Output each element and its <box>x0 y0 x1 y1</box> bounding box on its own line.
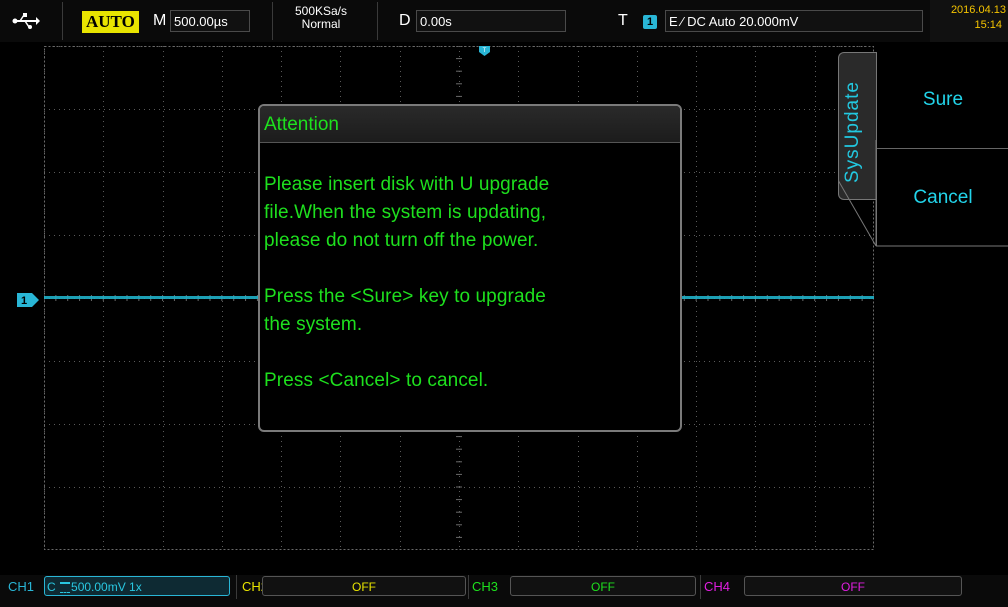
dialog-header: Attention <box>260 106 680 143</box>
dialog-line: Press the <Sure> key to upgrade <box>264 286 546 307</box>
ch2-setting-box[interactable]: OFF <box>262 576 466 596</box>
ch1-level-label: 1 <box>21 295 27 307</box>
channel-bar: CH1 C 500.00mV 1x CH2 OFF CH3 OFF CH4 OF… <box>0 575 1008 607</box>
ch1-level-icon[interactable]: 1 <box>17 293 39 307</box>
ch1-label: CH1 <box>8 579 35 594</box>
sure-button[interactable]: Sure <box>877 52 1008 149</box>
ch1-setting-box[interactable]: C 500.00mV 1x <box>44 576 230 596</box>
date-text: 2016.04.13 <box>950 4 1006 16</box>
ch1-coupling: C <box>47 580 56 594</box>
acquire-mode: Normal <box>301 17 341 31</box>
trigger-info[interactable]: E ⁄ DC Auto 20.000mV <box>665 10 923 32</box>
delay-label: D <box>399 12 411 29</box>
ch4-label: CH4 <box>704 579 731 594</box>
dialog-line: file.When the system is updating, <box>264 202 547 223</box>
dialog-line: Please insert disk with U upgrade <box>264 174 550 195</box>
top-status-bar: AUTO M 500.00µs 500KSa/s Normal D 0.00s … <box>0 0 1008 42</box>
datetime-box: 2016.04.13 15:14 <box>930 0 1008 42</box>
time-text: 15:14 <box>974 19 1002 31</box>
delay-value[interactable]: 0.00s <box>416 10 566 32</box>
trigger-position-icon: T <box>479 46 490 56</box>
dialog-line: Press <Cancel> to cancel. <box>264 370 489 391</box>
ch3-label: CH3 <box>472 579 499 594</box>
ch4-setting-box[interactable]: OFF <box>744 576 962 596</box>
trigger-channel-badge: 1 <box>643 15 657 29</box>
dialog-title: Attention <box>264 114 339 135</box>
dialog-line: the system. <box>264 314 363 335</box>
ch3-setting-box[interactable]: OFF <box>510 576 696 596</box>
timebase-value[interactable]: 500.00µs <box>170 10 250 32</box>
trigger-mode-badge: AUTO <box>82 11 139 33</box>
dialog-line: please do not turn off the power. <box>264 230 539 251</box>
trigger-position-label: T <box>483 48 487 54</box>
menu-bevel-decoration <box>838 140 1008 247</box>
usb-icon <box>12 13 40 29</box>
attention-dialog: Attention Please insert disk with U upgr… <box>258 104 682 432</box>
trigger-label: T <box>618 12 628 29</box>
dc-coupling-icon <box>60 582 71 594</box>
ch1-setting: 500.00mV 1x <box>71 580 142 594</box>
timebase-label: M <box>153 12 167 29</box>
